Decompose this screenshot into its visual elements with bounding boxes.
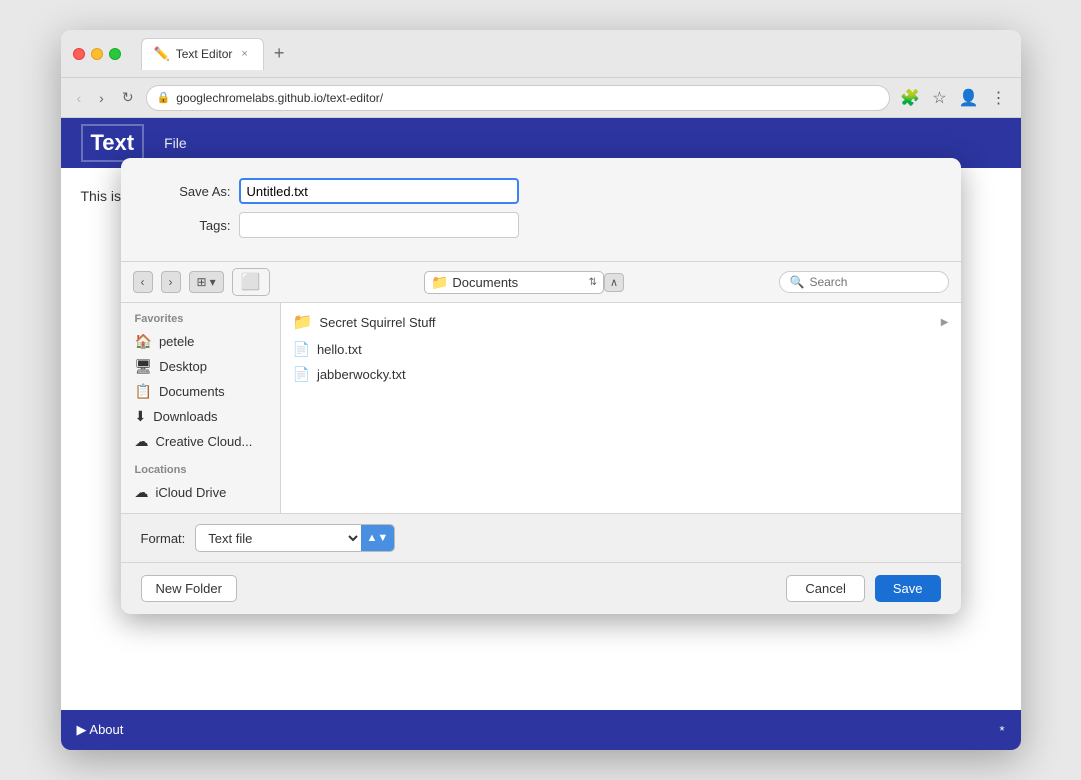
- tab-bar: ✏️ Text Editor × +: [141, 38, 1009, 70]
- browser-panels: Favorites 🏠 petele 🖥 Desktop 📋: [121, 303, 961, 513]
- nav-actions: 🧩 ☆ 👤 ⋮: [896, 84, 1010, 112]
- fb-view-button[interactable]: ⊞ ▾: [189, 271, 224, 293]
- fb-forward-button[interactable]: ›: [161, 271, 181, 293]
- file-browser: ‹ › ⊞ ▾ ⬜ 📁 Documents ⇅: [121, 262, 961, 562]
- desktop-icon: 🖥: [135, 358, 153, 375]
- save-button[interactable]: Save: [875, 575, 941, 602]
- back-button[interactable]: ‹: [71, 86, 88, 110]
- close-button[interactable]: [73, 48, 85, 60]
- dialog-footer-actions: Cancel Save: [786, 575, 940, 602]
- dialog-footer: New Folder Cancel Save: [121, 562, 961, 614]
- location-name: Documents: [452, 275, 584, 290]
- tab-title: Text Editor: [176, 47, 233, 61]
- dialog-top: Save As: Tags:: [121, 158, 961, 262]
- cancel-button[interactable]: Cancel: [786, 575, 864, 602]
- folder-icon: 📁: [293, 312, 313, 332]
- file-item-jabberwocky[interactable]: 📄 jabberwocky.txt: [281, 362, 961, 387]
- fb-back-button[interactable]: ‹: [133, 271, 153, 293]
- about-text[interactable]: ▶ About: [77, 722, 124, 738]
- bottom-bar: ▶ About *: [61, 710, 1021, 750]
- location-select[interactable]: 📁 Documents ⇅: [424, 271, 604, 294]
- menu-button[interactable]: ⋮: [987, 84, 1011, 112]
- sidebar-item-label: Downloads: [153, 409, 217, 424]
- sidebar-item-label: Documents: [159, 384, 225, 399]
- folder-name: Secret Squirrel Stuff: [319, 315, 435, 330]
- reload-button[interactable]: ↻: [116, 85, 140, 110]
- browser-window: ✏️ Text Editor × + ‹ › ↻ 🔒 googlechromel…: [61, 30, 1021, 750]
- sidebar-item-petele[interactable]: 🏠 petele: [121, 329, 280, 354]
- fb-search-box[interactable]: 🔍: [779, 271, 949, 293]
- minimize-button[interactable]: [91, 48, 103, 60]
- format-select-wrapper: Text file HTML file Markdown ▲▼: [195, 524, 395, 552]
- sidebar-item-icloud[interactable]: ☁ iCloud Drive: [121, 480, 280, 505]
- sidebar-item-label: iCloud Drive: [156, 485, 227, 500]
- format-arrows-button[interactable]: ▲▼: [361, 525, 395, 551]
- file-item-hello[interactable]: 📄 hello.txt: [281, 337, 961, 362]
- sidebar-item-documents[interactable]: 📋 Documents: [121, 379, 280, 404]
- view-icon: ⊞: [197, 275, 207, 289]
- tags-label: Tags:: [151, 218, 231, 233]
- extensions-button[interactable]: 🧩: [896, 84, 924, 112]
- fb-new-folder-icon-button[interactable]: ⬜: [232, 268, 270, 296]
- sidebar-item-downloads[interactable]: ⬇ Downloads: [121, 404, 280, 429]
- sidebar-item-desktop[interactable]: 🖥 Desktop: [121, 354, 280, 379]
- search-icon: 🔍: [790, 275, 805, 289]
- file-browser-toolbar: ‹ › ⊞ ▾ ⬜ 📁 Documents ⇅: [121, 262, 961, 303]
- tab-icon: ✏️: [154, 46, 170, 62]
- files-panel: 📁 Secret Squirrel Stuff ▶ 📄 hello.txt 📄 …: [281, 303, 961, 513]
- view-dropdown-icon: ▾: [210, 275, 216, 289]
- save-dialog: Save As: Tags: ‹ › ⊞: [121, 158, 961, 614]
- footer-star: *: [999, 723, 1004, 738]
- format-label: Format:: [141, 531, 186, 546]
- sidebar-item-creative-cloud[interactable]: ☁ Creative Cloud...: [121, 429, 280, 454]
- tags-row: Tags:: [151, 212, 931, 238]
- folder-arrow-icon: ▶: [941, 317, 949, 328]
- active-tab[interactable]: ✏️ Text Editor ×: [141, 38, 264, 70]
- icloud-icon: ☁: [135, 484, 149, 501]
- account-button[interactable]: 👤: [955, 84, 983, 112]
- cloud-icon: ☁: [135, 433, 149, 450]
- documents-icon: 📋: [135, 383, 152, 400]
- save-as-label: Save As:: [151, 184, 231, 199]
- dialog-overlay: Save As: Tags: ‹ › ⊞: [61, 118, 1021, 710]
- format-bar: Format: Text file HTML file Markdown ▲▼: [121, 513, 961, 562]
- locations-label: Locations: [121, 464, 280, 480]
- sidebar-item-label: Desktop: [159, 359, 207, 374]
- format-select[interactable]: Text file HTML file Markdown: [196, 526, 360, 551]
- star-button[interactable]: ☆: [928, 84, 950, 112]
- forward-button[interactable]: ›: [93, 86, 110, 110]
- address-bar[interactable]: 🔒 googlechromelabs.github.io/text-editor…: [146, 85, 891, 111]
- title-bar: ✏️ Text Editor × +: [61, 30, 1021, 78]
- fb-location-dropdown: 📁 Documents ⇅ ∧: [278, 271, 771, 294]
- sidebar-item-label: petele: [159, 334, 194, 349]
- favorites-label: Favorites: [121, 313, 280, 329]
- new-folder-button[interactable]: New Folder: [141, 575, 237, 602]
- save-as-row: Save As:: [151, 178, 931, 204]
- tab-close-button[interactable]: ×: [238, 47, 250, 61]
- file-icon: 📄: [293, 341, 310, 358]
- filename-input[interactable]: [239, 178, 519, 204]
- file-icon: 📄: [293, 366, 310, 383]
- file-name: hello.txt: [317, 342, 362, 357]
- tags-input[interactable]: [239, 212, 519, 238]
- maximize-button[interactable]: [109, 48, 121, 60]
- location-arrows-icon: ⇅: [589, 277, 597, 288]
- file-name: jabberwocky.txt: [317, 367, 406, 382]
- location-folder-icon: 📁: [431, 274, 448, 291]
- new-tab-button[interactable]: +: [268, 41, 291, 66]
- search-input[interactable]: [809, 275, 929, 289]
- url-text: googlechromelabs.github.io/text-editor/: [176, 91, 383, 105]
- traffic-lights: [73, 48, 121, 60]
- home-icon: 🏠: [135, 333, 152, 350]
- nav-bar: ‹ › ↻ 🔒 googlechromelabs.github.io/text-…: [61, 78, 1021, 118]
- sidebar-panel: Favorites 🏠 petele 🖥 Desktop 📋: [121, 303, 281, 513]
- folder-item-secret-squirrel[interactable]: 📁 Secret Squirrel Stuff ▶: [281, 307, 961, 337]
- downloads-icon: ⬇: [135, 408, 147, 425]
- lock-icon: 🔒: [157, 91, 171, 104]
- sidebar-item-label: Creative Cloud...: [156, 434, 253, 449]
- page-content: Text File This is a n Save As: Tags:: [61, 118, 1021, 710]
- location-expand-button[interactable]: ∧: [604, 273, 624, 292]
